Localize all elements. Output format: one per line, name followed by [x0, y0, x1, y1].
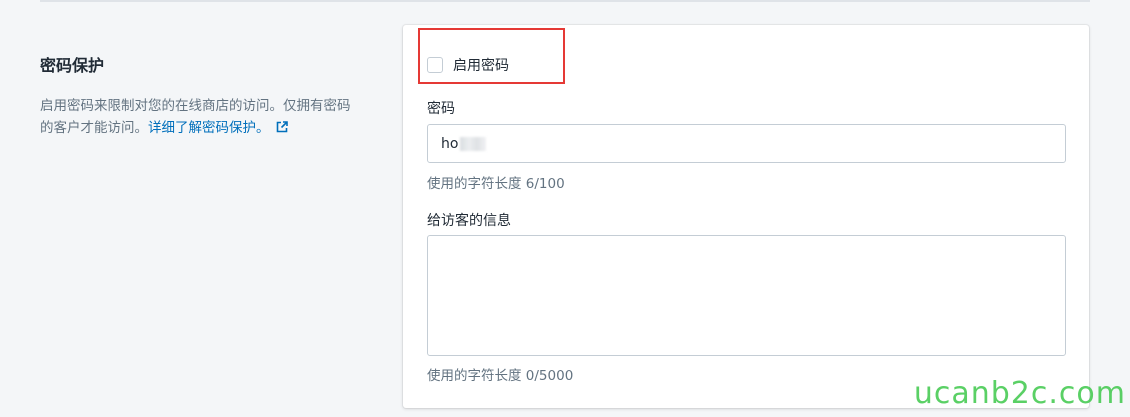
message-textarea[interactable]: [427, 235, 1066, 356]
message-char-counter: 使用的字符长度 0/5000: [427, 368, 574, 384]
password-char-counter: 使用的字符长度 6/100: [427, 176, 565, 192]
enable-password-checkbox-row[interactable]: 启用密码: [427, 55, 509, 75]
watermark-text: ucanb2c.com: [913, 376, 1126, 411]
section-description: 启用密码来限制对您的在线商店的访问。仅拥有密码的客户才能访问。详细了解密码保护。: [40, 95, 360, 139]
external-link-icon[interactable]: [276, 121, 288, 133]
enable-password-label: 启用密码: [453, 58, 509, 74]
enable-password-checkbox[interactable]: [427, 57, 443, 73]
masked-text: [460, 136, 487, 151]
password-card: 启用密码 密码 ho 使用的字符长度 6/100 给访客的信息 使用的字符长度 …: [403, 25, 1089, 408]
top-divider: [40, 0, 1090, 2]
section-title: 密码保护: [40, 56, 105, 75]
password-value: ho: [441, 135, 459, 152]
password-label: 密码: [427, 101, 455, 117]
message-label: 给访客的信息: [427, 213, 511, 229]
password-input[interactable]: ho: [427, 124, 1066, 163]
learn-more-link[interactable]: 详细了解密码保护。: [148, 120, 270, 136]
